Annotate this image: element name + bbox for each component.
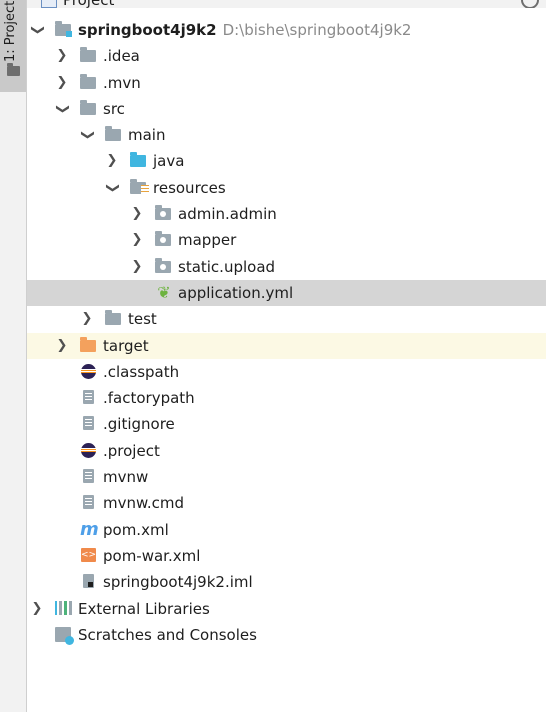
folder-icon <box>7 63 20 76</box>
tree-node-src[interactable]: ❯ src <box>27 96 546 122</box>
spring-leaf-icon: ❦ <box>157 282 171 302</box>
folder-icon <box>105 310 123 327</box>
chevron-right-icon[interactable]: ❯ <box>104 153 120 169</box>
tree-node-scratches[interactable]: Scratches and Consoles <box>27 622 546 648</box>
chevron-right-icon[interactable]: ❯ <box>79 311 95 327</box>
chevron-down-icon[interactable]: ❯ <box>54 101 70 117</box>
package-folder-icon <box>155 205 173 222</box>
folder-icon <box>80 73 98 91</box>
chevron-right-icon[interactable]: ❯ <box>54 338 70 354</box>
project-path: D:\bishe\springboot4j9k2 <box>222 21 412 39</box>
tree-node-label: main <box>128 126 166 145</box>
tree-node-label: pom.xml <box>103 520 169 539</box>
project-tool-tab[interactable]: 1: Project <box>0 0 26 92</box>
eclipse-icon <box>80 442 98 459</box>
source-folder-icon <box>130 152 148 169</box>
tree-node-label: admin.admin <box>178 205 277 224</box>
tree-node-main[interactable]: ❯ main <box>27 122 546 148</box>
tree-node-mapper[interactable]: ❯ mapper <box>27 227 546 253</box>
tree-node-target[interactable]: ❯ target <box>27 332 546 359</box>
tree-node-factorypath[interactable]: .factorypath <box>27 385 546 411</box>
tree-node-test[interactable]: ❯ test <box>27 306 546 332</box>
tree-node-classpath[interactable]: .classpath <box>27 359 546 385</box>
package-folder-icon <box>155 257 173 275</box>
tree-node-label: target <box>103 336 149 355</box>
text-file-icon <box>80 495 98 511</box>
tree-node-application-yml[interactable]: ❦ application.yml <box>27 279 546 307</box>
tree-node-mvn[interactable]: ❯ .mvn <box>27 70 546 96</box>
chevron-right-icon[interactable]: ❯ <box>54 48 70 64</box>
package-folder-icon <box>155 231 173 248</box>
tree-node-label: test <box>128 310 157 329</box>
tree-node-label: java <box>153 152 185 171</box>
chevron-right-icon[interactable]: ❯ <box>129 206 145 222</box>
folder-icon <box>80 99 98 117</box>
tree-node-label: .project <box>103 441 160 460</box>
libraries-icon <box>55 600 73 617</box>
tree-node-gitignore[interactable]: .gitignore <box>27 411 546 437</box>
tree-node-java[interactable]: ❯ java <box>27 148 546 174</box>
tree-node-resources[interactable]: ❯ resources <box>27 175 546 201</box>
tree-node-label: pom-war.xml <box>103 546 201 565</box>
tree-node-label: mvnw <box>103 468 149 487</box>
chevron-right-icon[interactable]: ❯ <box>29 601 45 617</box>
text-file-icon <box>80 416 98 432</box>
tree-node-mvnw[interactable]: mvnw <box>27 464 546 490</box>
eclipse-icon <box>80 363 98 380</box>
text-file-icon <box>80 390 98 406</box>
tree-node-label: application.yml <box>178 283 294 302</box>
tree-node-label: mapper <box>178 231 237 250</box>
tree-node-admin-admin[interactable]: ❯ admin.admin <box>27 201 546 227</box>
chevron-down-icon[interactable]: ❯ <box>29 22 45 38</box>
project-tool-tab-label: 1: Project <box>3 0 18 62</box>
project-tree: ❯ springboot4j9k2 D:\bishe\springboot4j9k… <box>27 17 546 648</box>
excluded-folder-icon <box>80 336 98 354</box>
tree-node-label: .mvn <box>103 73 141 92</box>
tree-node-pom-xml[interactable]: m pom.xml <box>27 517 546 543</box>
tree-node-mvnw-cmd[interactable]: mvnw.cmd <box>27 490 546 516</box>
folder-icon <box>105 126 123 143</box>
chevron-down-icon[interactable]: ❯ <box>79 127 95 143</box>
project-view-icon <box>41 0 57 8</box>
tree-node-pom-war-xml[interactable]: <> pom-war.xml <box>27 543 546 569</box>
tree-node-label: .classpath <box>103 362 180 381</box>
tree-node-label: External Libraries <box>78 599 210 618</box>
tree-node-external-libraries[interactable]: ❯ External Libraries <box>27 596 546 622</box>
tree-node-label: springboot4j9k2 D:\bishe\springboot4j9k2 <box>78 21 412 39</box>
text-file-icon <box>80 469 98 485</box>
maven-icon: m <box>80 518 99 540</box>
project-view-selector[interactable]: Project <box>63 0 114 8</box>
tree-node-label: static.upload <box>178 257 276 276</box>
folder-icon <box>80 47 98 64</box>
tree-node-label: src <box>103 99 125 118</box>
tree-node-root[interactable]: ❯ springboot4j9k2 D:\bishe\springboot4j9k… <box>27 17 546 43</box>
tree-node-idea[interactable]: ❯ .idea <box>27 43 546 69</box>
tool-window-strip: 1: Project <box>0 0 27 712</box>
chevron-down-icon[interactable]: ❯ <box>104 180 120 196</box>
module-file-icon <box>80 574 98 590</box>
tree-node-label: .gitignore <box>103 415 175 434</box>
chevron-right-icon[interactable]: ❯ <box>54 75 70 91</box>
scratches-icon <box>55 626 74 645</box>
chevron-right-icon[interactable]: ❯ <box>129 259 145 275</box>
module-folder-icon <box>55 21 73 38</box>
tree-node-label: resources <box>153 178 226 197</box>
tree-node-iml[interactable]: springboot4j9k2.iml <box>27 569 546 595</box>
tree-node-static-upload[interactable]: ❯ static.upload <box>27 254 546 280</box>
tree-node-label: .idea <box>103 47 140 66</box>
tree-node-label: Scratches and Consoles <box>78 625 257 644</box>
tree-node-project[interactable]: .project <box>27 438 546 464</box>
chevron-right-icon[interactable]: ❯ <box>129 232 145 248</box>
project-panel-header: Project <box>27 0 546 8</box>
xml-file-icon: <> <box>81 547 97 562</box>
gear-icon[interactable] <box>521 0 539 8</box>
tree-node-label: springboot4j9k2.iml <box>103 573 253 592</box>
resources-folder-icon <box>130 178 149 196</box>
tree-node-label: mvnw.cmd <box>103 494 185 513</box>
tree-node-label: .factorypath <box>103 389 195 408</box>
